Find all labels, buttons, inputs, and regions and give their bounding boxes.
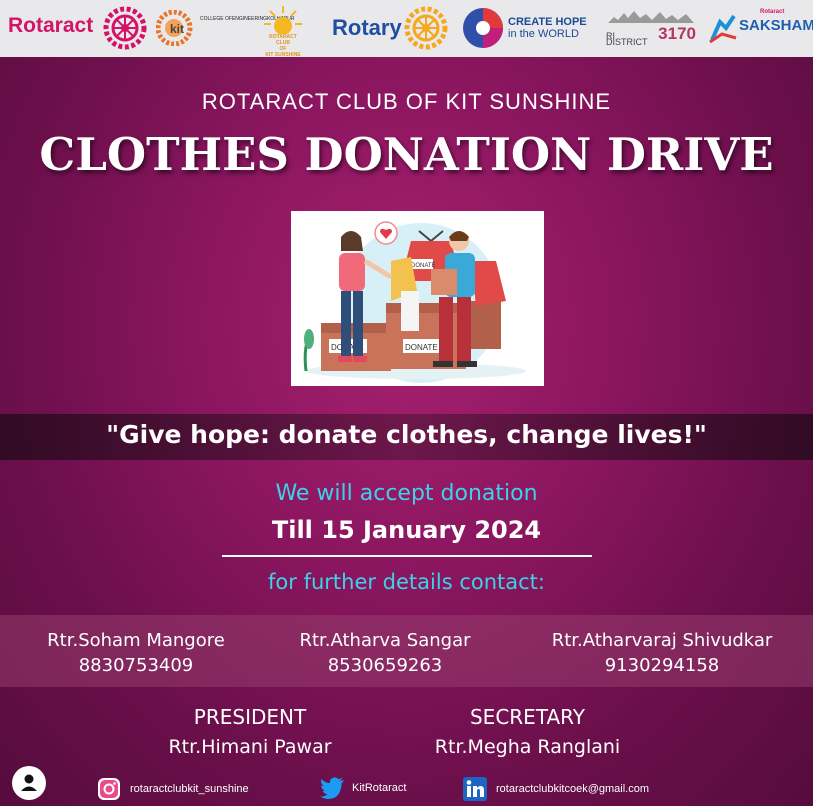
create-hope-swirl-icon <box>463 8 503 48</box>
saksham-brand: Rotaract <box>760 9 785 15</box>
instagram-icon <box>98 778 120 800</box>
rotary-logo: Rotary <box>332 15 402 41</box>
sunshine-club-text: ROTARACT CLUB OF KIT SUNSHINE <box>265 34 301 58</box>
email-link[interactable]: rotaractclubkitcoek@gmail.com <box>462 776 649 802</box>
saksham-logo: SAKSHAM <box>739 17 813 34</box>
contact-card: Rtr.Atharva Sangar 8530659263 <box>275 628 495 678</box>
twitter-handle: KitRotaract <box>352 782 407 794</box>
person-icon <box>21 774 37 791</box>
secretary-block: SECRETARY Rtr.Megha Ranglani <box>415 702 640 762</box>
donation-illustration: DONATE DONATE DONATE <box>291 211 544 386</box>
contact-phone[interactable]: 9130294158 <box>528 653 796 678</box>
divider <box>222 555 592 557</box>
contact-card: Rtr.Soham Mangore 8830753409 <box>30 628 242 678</box>
contact-name: Rtr.Soham Mangore <box>47 630 225 651</box>
rotaract-wheel-icon <box>103 6 147 50</box>
rotary-wordmark: Rotary <box>332 15 402 40</box>
contact-phone[interactable]: 8830753409 <box>30 653 242 678</box>
create-hope-text: CREATE HOPE in the WORLD <box>508 16 587 40</box>
logo-bar: Rotaract kit COLLEGE OF ENGINEERING KOLH… <box>0 0 813 58</box>
district-skyline-icon <box>608 11 694 23</box>
contact-name: Rtr.Atharvaraj Shivudkar <box>551 630 773 651</box>
deadline-text: Till 15 January 2024 <box>271 516 542 544</box>
poster: Rotaract kit COLLEGE OF ENGINEERING KOLH… <box>0 0 813 806</box>
twitter-link[interactable]: KitRotaract <box>320 776 406 800</box>
club-name: ROTARACT CLUB OF KIT SUNSHINE <box>201 89 612 114</box>
linkedin-icon <box>463 777 487 801</box>
contact-heading: for further details contact: <box>268 570 545 594</box>
role-title: PRESIDENT <box>193 705 307 729</box>
page-title: CLOTHES DONATION DRIVE <box>39 128 774 181</box>
shirt-label: DONATE <box>411 263 436 269</box>
contact-phone[interactable]: 8530659263 <box>275 653 495 678</box>
district-number: 3170 <box>658 24 696 43</box>
svg-text:kit: kit <box>170 22 184 36</box>
tagline-quote: "Give hope: donate clothes, change lives… <box>106 420 707 449</box>
kit-logo-icon: kit <box>156 10 193 46</box>
rotaract-wordmark: Rotaract <box>8 14 94 37</box>
role-title: SECRETARY <box>469 705 585 729</box>
rotary-wheel-icon <box>404 6 448 50</box>
district-label: RI DISTRICT <box>606 31 648 47</box>
role-name: Rtr.Himani Pawar <box>168 736 332 758</box>
contact-name: Rtr.Atharva Sangar <box>299 630 471 651</box>
instagram-link[interactable]: rotaractclubkit_sunshine <box>96 776 249 802</box>
box-label-right: DONATE <box>405 343 438 352</box>
instagram-handle: rotaractclubkit_sunshine <box>130 783 249 795</box>
rotaract-logo: Rotaract <box>8 14 93 38</box>
donation-scene-image: DONATE DONATE DONATE <box>303 221 526 383</box>
twitter-icon <box>320 777 344 799</box>
sun-icon <box>264 6 302 34</box>
user-avatar[interactable] <box>12 766 46 800</box>
role-name: Rtr.Megha Ranglani <box>434 736 621 758</box>
saksham-figure-icon <box>709 14 737 44</box>
email-address: rotaractclubkitcoek@gmail.com <box>496 783 649 795</box>
president-block: PRESIDENT Rtr.Himani Pawar <box>130 702 370 762</box>
accept-text: We will accept donation <box>275 481 538 506</box>
contact-card: Rtr.Atharvaraj Shivudkar 9130294158 <box>528 628 796 678</box>
district-logo: RI DISTRICT 3170 <box>606 8 696 48</box>
